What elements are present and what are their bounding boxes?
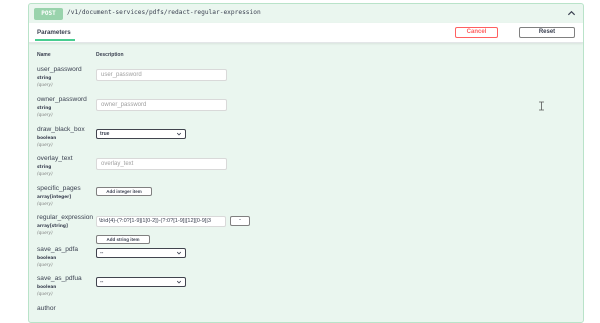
param-type: boolean [37,136,57,141]
chevron-up-icon[interactable] [567,9,576,18]
remove-item-button[interactable]: - [230,216,250,226]
tab-parameters[interactable]: Parameters [37,29,71,36]
param-location: (query) [37,172,53,177]
tab-underline [35,39,75,41]
cancel-button[interactable]: Cancel [455,27,498,38]
param-name: specific_pages [37,185,81,192]
add-integer-item-button[interactable]: Add integer item [96,187,152,196]
param-location: (query) [37,263,53,268]
param-name: draw_black_box [37,126,85,133]
param-location: (query) [37,83,53,88]
operation-summary[interactable]: POST /v1/document-services/pdfs/redact-r… [29,4,583,24]
param-location: (query) [37,143,53,148]
user-password-input[interactable]: user_password [96,69,227,81]
param-location: (query) [37,231,53,236]
param-name: owner_password [37,96,87,103]
add-string-item-button[interactable]: Add string item [96,235,150,244]
parameters-header: Parameters Cancel Reset [29,23,583,43]
operation-block: POST /v1/document-services/pdfs/redact-r… [28,3,584,323]
text-cursor-icon [539,101,544,111]
owner-password-input[interactable]: owner_password [96,99,227,111]
param-type: boolean [37,256,57,261]
select-value: true [100,131,110,137]
endpoint-path: /v1/document-services/pdfs/redact-regula… [67,9,261,16]
reset-button[interactable]: Reset [519,27,575,38]
select-value: -- [100,279,104,285]
column-header-description: Description [96,52,124,58]
regular-expression-input[interactable]: \b\d{4}-(?:0?[1-9]|1[0-2])-(?:0?[1-9]|[1… [96,216,226,227]
select-value: -- [100,250,104,256]
column-header-name: Name [37,52,51,58]
draw-black-box-select[interactable]: true [96,129,186,139]
param-type: string [37,76,52,81]
param-type: array[integer] [37,195,72,200]
chevron-down-icon [176,132,182,136]
overlay-text-input[interactable]: overlay_text [96,158,227,170]
param-location: (query) [37,202,53,207]
chevron-down-icon [176,251,182,255]
param-location: (query) [37,113,53,118]
param-type: boolean [37,285,57,290]
param-name: user_password [37,66,82,73]
param-type: array[string] [37,224,68,229]
param-name: regular_expression [37,214,94,221]
save-as-pdfa-select[interactable]: -- [96,248,186,258]
chevron-down-icon [176,280,182,284]
param-name: save_as_pdfua [37,275,82,282]
param-name: overlay_text [37,155,73,162]
param-type: string [37,165,52,170]
param-location: (query) [37,292,53,297]
method-badge: POST [34,8,63,20]
param-name: save_as_pdfa [37,246,79,253]
param-type: string [37,106,52,111]
save-as-pdfua-select[interactable]: -- [96,277,186,287]
